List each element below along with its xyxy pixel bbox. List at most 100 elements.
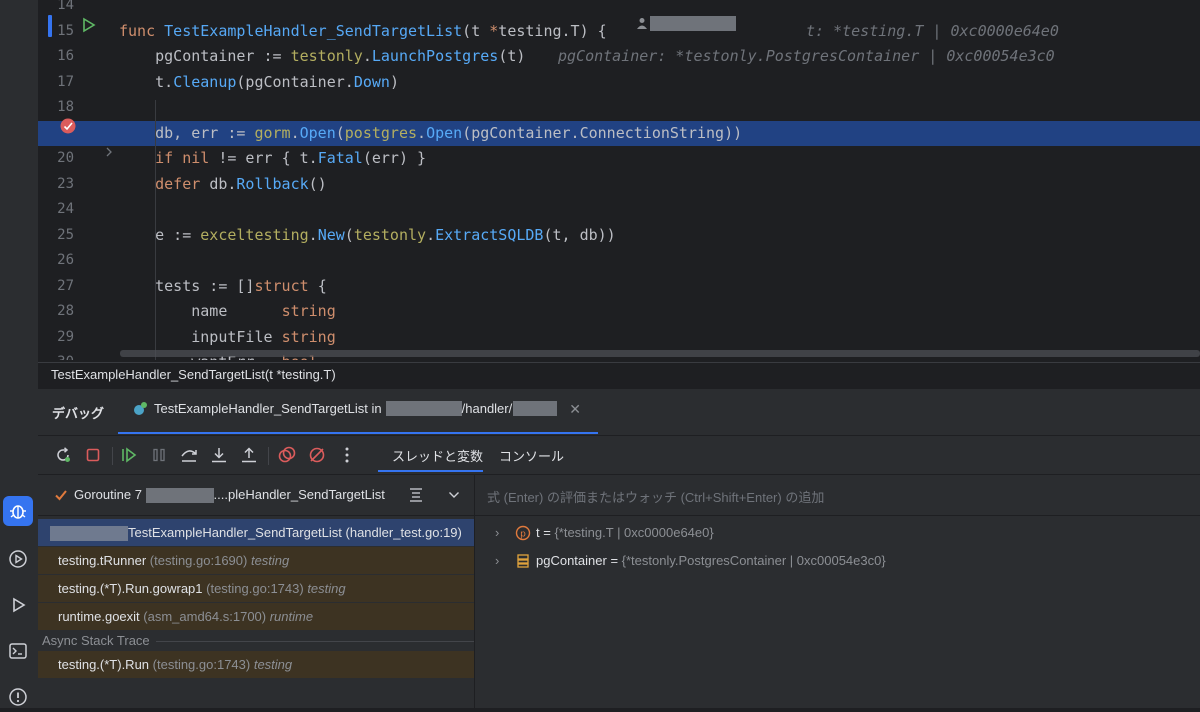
- chevron-down-icon[interactable]: [448, 490, 460, 500]
- code-text: db, err := gorm.Open(postgres.Open(pgCon…: [119, 123, 743, 142]
- line-number[interactable]: 25: [38, 223, 74, 249]
- expand-chevron-icon[interactable]: ›: [495, 519, 499, 547]
- active-subtab-indicator: [378, 470, 483, 472]
- tool-window-strip: [0, 0, 39, 708]
- line-number[interactable]: 28: [38, 299, 74, 325]
- line-number[interactable]: 16: [38, 44, 74, 70]
- code-line[interactable]: 14: [38, 0, 1200, 19]
- step-out-icon: [242, 447, 256, 463]
- run-tool-button[interactable]: [3, 590, 33, 620]
- step-out-button[interactable]: [238, 444, 260, 466]
- tab-label-mid: /handler/: [461, 401, 513, 416]
- code-line[interactable]: 23 defer db.Rollback(): [38, 172, 1200, 198]
- line-number[interactable]: 23: [38, 172, 74, 198]
- close-tab-icon[interactable]: ✕: [569, 401, 581, 418]
- more-vertical-icon: [345, 447, 349, 463]
- goroutine-selector[interactable]: Goroutine 7 ....pleHandler_SendTargetLis…: [38, 475, 474, 516]
- horizontal-scrollbar[interactable]: [120, 350, 1200, 357]
- evaluate-expression-input[interactable]: 式 (Enter) の評価またはウォッチ (Ctrl+Shift+Enter) …: [475, 475, 1200, 516]
- services-icon: [9, 550, 27, 568]
- frames-pane: Goroutine 7 ....pleHandler_SendTargetLis…: [38, 475, 475, 708]
- variable-label: pgContainer = {*testonly.PostgresContain…: [536, 553, 886, 568]
- line-number[interactable]: 27: [38, 274, 74, 300]
- code-text: inputFile string: [119, 327, 336, 346]
- stop-button[interactable]: [82, 444, 104, 466]
- tab-threads-variables[interactable]: スレッドと変数: [392, 446, 483, 465]
- step-over-button[interactable]: [178, 444, 200, 466]
- line-number[interactable]: 20: [38, 146, 74, 172]
- variable-row[interactable]: › p t = {*testing.T | 0xc0000e64e0}: [475, 519, 1200, 547]
- current-line-marker: [48, 15, 52, 37]
- redacted-path: [385, 401, 462, 416]
- fold-chevron-icon[interactable]: [104, 146, 114, 158]
- code-line[interactable]: 28 name string: [38, 299, 1200, 325]
- code-text: func TestExampleHandler_SendTargetList(t…: [119, 21, 607, 40]
- debug-panel: デバッグ TestExampleHandler_SendTargetList i…: [38, 389, 1200, 708]
- terminal-icon: [9, 643, 27, 659]
- line-number[interactable]: 24: [38, 197, 74, 223]
- step-into-button[interactable]: [208, 444, 230, 466]
- code-line[interactable]: 15 func TestExampleHandler_SendTargetList…: [38, 19, 1200, 45]
- variable-row[interactable]: › pgContainer = {*testonly.PostgresContai…: [475, 547, 1200, 575]
- line-number[interactable]: 15: [38, 19, 74, 45]
- stack-frame[interactable]: testing.tRunner (testing.go:1690) testin…: [38, 547, 474, 574]
- variables-pane: 式 (Enter) の評価またはウォッチ (Ctrl+Shift+Enter) …: [475, 475, 1200, 708]
- rerun-button[interactable]: [52, 444, 74, 466]
- svg-text:p: p: [520, 530, 526, 540]
- terminal-tool-button[interactable]: [3, 636, 33, 666]
- view-breakpoints-button[interactable]: [276, 444, 298, 466]
- checkmark-icon: [55, 490, 67, 501]
- code-text: if nil != err { t.Fatal(err) }: [119, 149, 427, 167]
- code-line[interactable]: db, err := gorm.Open(postgres.Open(pgCon…: [38, 120, 1200, 146]
- code-line[interactable]: 17 t.Cleanup(pgContainer.Down): [38, 70, 1200, 96]
- frame-label: testing.(*T).Run (testing.go:1743) testi…: [58, 657, 293, 672]
- run-test-gutter-icon[interactable]: [82, 17, 96, 33]
- breadcrumb-label[interactable]: TestExampleHandler_SendTargetList(t *tes…: [51, 367, 336, 382]
- frame-label: testing.(*T).Run.gowrap1 (testing.go:174…: [58, 581, 346, 596]
- resume-icon: [122, 447, 137, 463]
- code-line[interactable]: 27 tests := []struct {: [38, 274, 1200, 300]
- author-icon: [637, 18, 647, 29]
- line-number[interactable]: 14: [38, 0, 74, 19]
- resume-button[interactable]: [118, 444, 140, 466]
- code-line[interactable]: 16 pgContainer := testonly.LaunchPostgre…: [38, 44, 1200, 70]
- mute-breakpoints-button[interactable]: [306, 444, 328, 466]
- code-line[interactable]: 29 inputFile string: [38, 325, 1200, 351]
- inline-debug-value: pgContainer: *testonly.PostgresContainer…: [558, 47, 1055, 65]
- code-line[interactable]: 24: [38, 197, 1200, 223]
- line-number[interactable]: 30: [38, 350, 74, 360]
- debug-title: デバッグ: [52, 406, 105, 421]
- line-number[interactable]: 29: [38, 325, 74, 351]
- expand-chevron-icon[interactable]: ›: [495, 547, 499, 575]
- tab-console[interactable]: コンソール: [499, 446, 564, 465]
- services-tool-button[interactable]: [3, 544, 33, 574]
- code-line[interactable]: 20 if nil != err { t.Fatal(err) }: [38, 146, 1200, 172]
- stack-frame[interactable]: runtime.goexit (asm_amd64.s:1700) runtim…: [38, 603, 474, 630]
- breakpoint-icon[interactable]: [59, 117, 77, 135]
- step-over-icon: [181, 450, 197, 462]
- more-options-button[interactable]: [336, 444, 358, 466]
- redacted-author: [650, 16, 736, 31]
- stack-frame[interactable]: testing.(*T).Run (testing.go:1743) testi…: [38, 651, 474, 678]
- redacted-path: [513, 401, 558, 416]
- stack-frame[interactable]: testing.(*T).Run.gowrap1 (testing.go:174…: [38, 575, 474, 602]
- pause-button[interactable]: [148, 444, 170, 466]
- redacted-path: [145, 488, 214, 504]
- code-editor[interactable]: 14 15 func TestExampleHandler_SendTargetLi…: [38, 0, 1200, 360]
- view-breakpoints-icon: [278, 446, 296, 463]
- list-icon[interactable]: [409, 487, 423, 503]
- line-number[interactable]: 26: [38, 248, 74, 274]
- debug-session-tab[interactable]: TestExampleHandler_SendTargetList in /ha…: [132, 401, 581, 435]
- line-number[interactable]: 17: [38, 70, 74, 96]
- divider: [156, 641, 474, 642]
- code-line[interactable]: 25 e := exceltesting.New(testonly.Extrac…: [38, 223, 1200, 249]
- stack-frame[interactable]: TestExampleHandler_SendTargetList (handl…: [38, 519, 474, 546]
- step-into-icon: [212, 448, 226, 463]
- code-line[interactable]: 18: [38, 95, 1200, 121]
- code-line[interactable]: 26: [38, 248, 1200, 274]
- tab-label-prefix: TestExampleHandler_SendTargetList in: [154, 401, 382, 416]
- breadcrumb[interactable]: TestExampleHandler_SendTargetList(t *tes…: [38, 362, 1200, 389]
- rerun-icon: [57, 447, 70, 462]
- run-icon: [13, 597, 26, 613]
- debug-tool-button[interactable]: [3, 496, 33, 526]
